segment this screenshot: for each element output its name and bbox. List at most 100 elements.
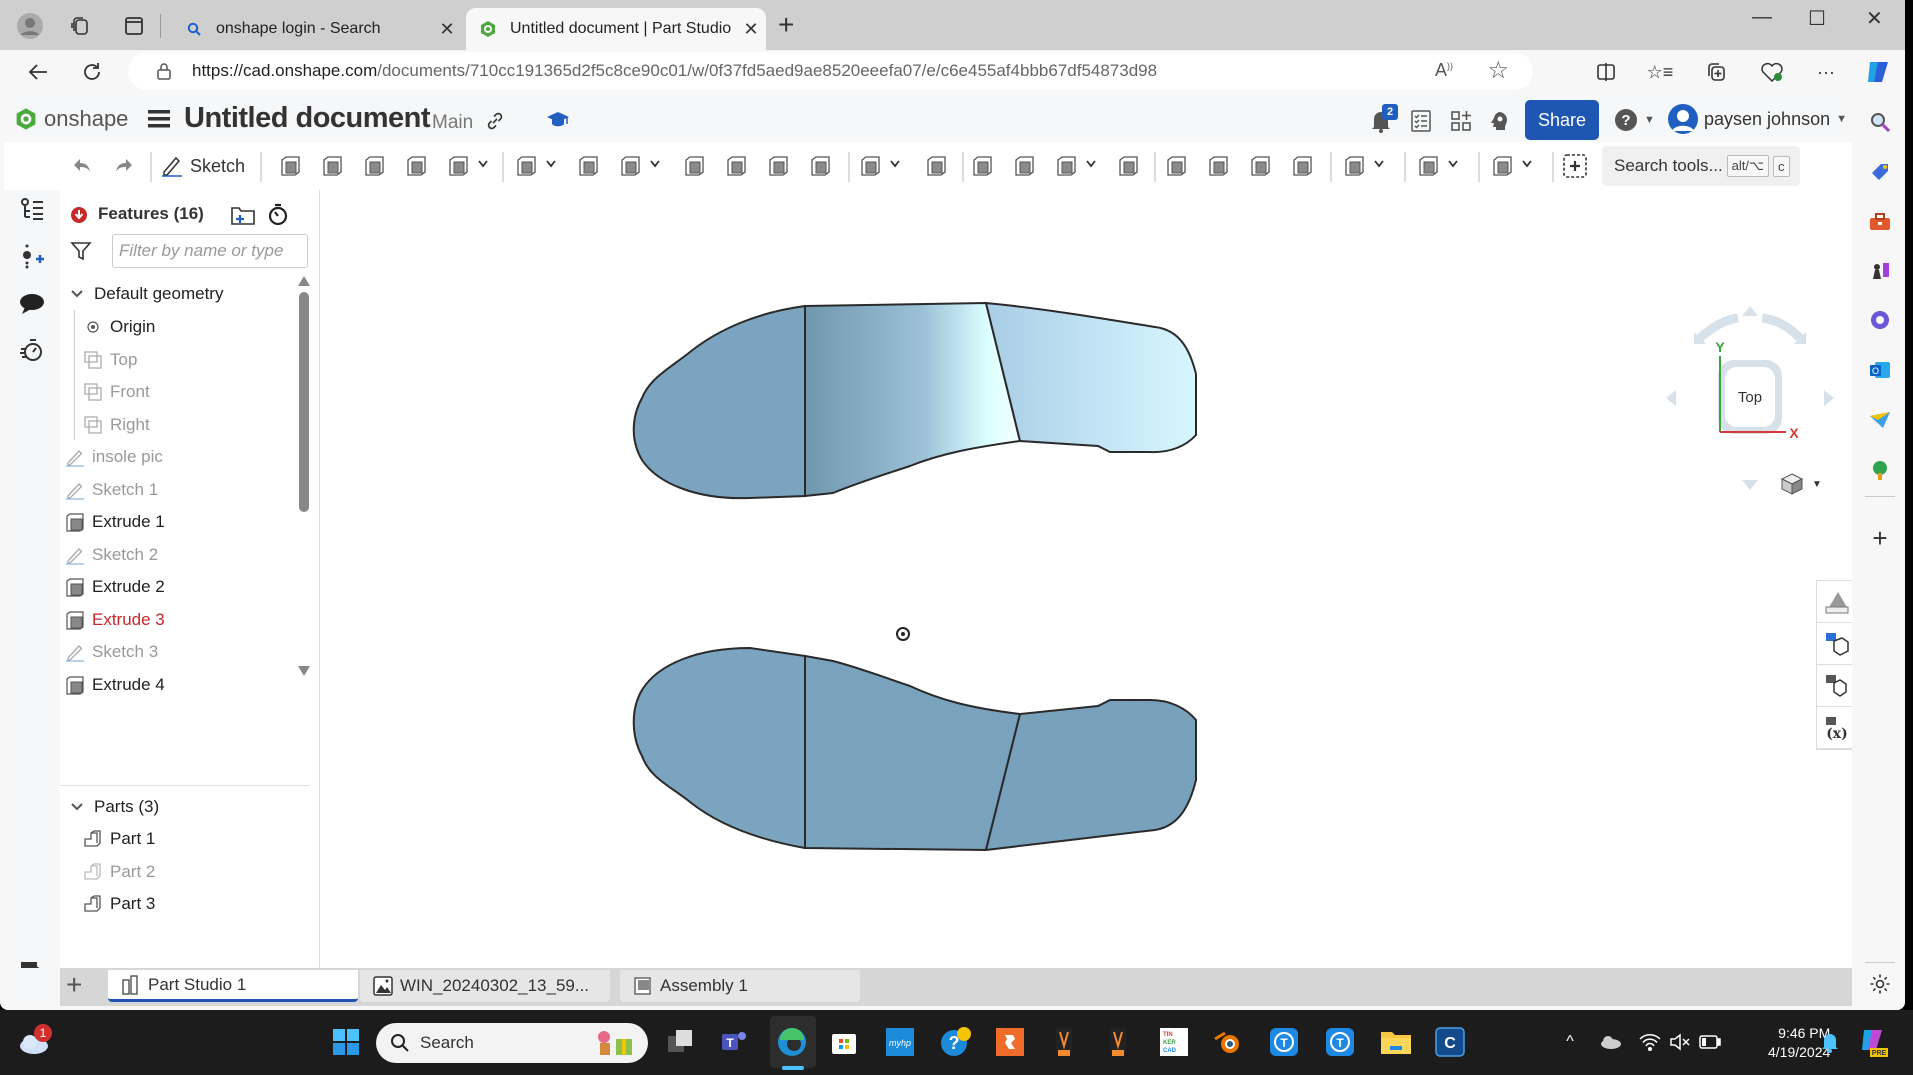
file-explorer-icon[interactable] — [1380, 1026, 1412, 1058]
chevron-down-icon[interactable] — [478, 160, 488, 170]
delete-part-tool-icon[interactable] — [1114, 152, 1144, 180]
new-tab-button[interactable]: + — [778, 11, 794, 39]
edge-taskbar-icon[interactable] — [776, 1026, 808, 1058]
assistant-head-icon[interactable] — [1486, 108, 1512, 134]
onedrive-icon[interactable] — [1594, 1026, 1626, 1058]
rotate-left-arrow[interactable] — [1666, 390, 1676, 406]
chevron-down-icon[interactable] — [890, 160, 900, 170]
link-icon[interactable] — [486, 112, 504, 130]
fillet-tool-icon[interactable] — [512, 152, 542, 180]
split-screen-icon[interactable] — [1592, 58, 1620, 86]
feature-row[interactable]: Origin — [82, 311, 322, 343]
chevron-down-icon[interactable] — [1522, 160, 1532, 170]
view-cube[interactable]: Y X Top — [1660, 298, 1840, 498]
undo-icon[interactable] — [68, 152, 96, 180]
add-tab-button[interactable]: + — [66, 970, 82, 1000]
chevron-down-icon[interactable] — [546, 160, 556, 170]
blender-icon[interactable] — [1212, 1026, 1244, 1058]
chevron-down-icon[interactable] — [650, 160, 660, 170]
rotate-up-arrow[interactable] — [1742, 306, 1758, 316]
revolve-tool-icon[interactable] — [318, 152, 348, 180]
sole-section-toe[interactable] — [984, 699, 1197, 852]
part-3-shape[interactable] — [632, 646, 1197, 852]
rotate-right-arrow[interactable] — [1824, 390, 1834, 406]
replace-face-tool-icon[interactable] — [1288, 152, 1318, 180]
feature-row[interactable]: Extrude 2 — [64, 571, 304, 603]
help-menu[interactable]: ? ▼ — [1614, 108, 1655, 132]
feature-row[interactable]: insole pic — [64, 441, 304, 473]
feature-list-scrollbar[interactable] — [298, 276, 310, 676]
prusaslicer-icon[interactable] — [1048, 1026, 1080, 1058]
configurations-icon[interactable] — [1817, 665, 1852, 707]
myhp-icon[interactable]: myhp — [884, 1026, 916, 1058]
parts-group[interactable]: Parts (3) — [60, 791, 300, 823]
add-custom-feature-icon[interactable] — [1560, 152, 1590, 180]
minimize-button[interactable]: — — [1752, 6, 1772, 29]
notification-bell-icon[interactable] — [1814, 1026, 1846, 1058]
bill-of-materials-icon[interactable] — [1817, 623, 1852, 665]
prusaslicer-2-icon[interactable] — [1102, 1026, 1134, 1058]
filter-input[interactable] — [112, 234, 308, 268]
enclose-tool-icon[interactable] — [1488, 152, 1518, 180]
part-row[interactable]: Part 2 — [82, 856, 322, 888]
mirror-tool-icon[interactable] — [922, 152, 952, 180]
sole-section-arch[interactable] — [804, 301, 1022, 498]
element-tab[interactable]: Assembly 1 — [620, 970, 860, 1002]
element-tab[interactable]: Part Studio 1 — [108, 970, 358, 1002]
chamfer-tool-icon[interactable] — [574, 152, 604, 180]
tab-actions-icon[interactable] — [120, 12, 148, 40]
feature-row[interactable]: Right — [82, 409, 322, 441]
feature-row[interactable]: Sketch 1 — [64, 474, 304, 506]
rollback-timer-icon[interactable] — [18, 336, 46, 364]
address-bar[interactable]: https://cad.onshape.com/documents/710cc1… — [128, 52, 1533, 90]
workspaces-icon[interactable] — [66, 12, 94, 40]
view-mode-dropdown[interactable]: ▼ — [1780, 472, 1822, 496]
loft-tool-icon[interactable] — [402, 152, 432, 180]
profile-icon[interactable] — [16, 12, 44, 40]
tinkercad-icon[interactable]: TIN KER CAD — [1158, 1026, 1190, 1058]
rib-tool-icon[interactable] — [680, 152, 710, 180]
feature-row[interactable]: Top — [82, 344, 322, 376]
close-tab-icon[interactable]: ✕ — [736, 19, 766, 40]
default-geometry-group[interactable]: Default geometry — [60, 278, 300, 310]
feature-row[interactable]: Front — [82, 376, 322, 408]
comments-icon[interactable] — [18, 290, 46, 318]
app-store-icon[interactable] — [1448, 108, 1474, 134]
search-tools-input[interactable]: Search tools... alt/⌥ c — [1602, 146, 1800, 186]
app-t-icon[interactable]: T — [1268, 1026, 1300, 1058]
filter-icon[interactable] — [70, 240, 92, 262]
browser-tab-onshape[interactable]: Untitled document | Part Studio 1 ✕ — [466, 8, 766, 50]
close-tab-icon[interactable]: ✕ — [432, 19, 462, 40]
sole-section-heel[interactable] — [632, 304, 806, 500]
rotate-down-arrow[interactable] — [1742, 480, 1758, 490]
copilot-icon[interactable] — [1864, 58, 1892, 86]
part-1-shape[interactable] — [632, 301, 1197, 500]
hole-tool-icon[interactable] — [764, 152, 794, 180]
start-button[interactable] — [330, 1026, 362, 1058]
part-row[interactable]: Part 3 — [82, 888, 322, 920]
error-alert-icon[interactable] — [70, 206, 88, 224]
redo-icon[interactable] — [110, 152, 138, 180]
app-c-icon[interactable]: C — [1434, 1026, 1466, 1058]
rotate-right-arc[interactable] — [1761, 313, 1804, 342]
add-folder-icon[interactable] — [230, 204, 256, 226]
sole-section-arch[interactable] — [804, 654, 1022, 852]
maximize-button[interactable]: ☐ — [1808, 6, 1826, 31]
move-face-tool-icon[interactable] — [1246, 152, 1276, 180]
pattern-tool-icon[interactable] — [856, 152, 886, 180]
menu-icon[interactable] — [148, 108, 172, 130]
shell-tool-icon[interactable] — [722, 152, 752, 180]
sole-section-heel[interactable] — [632, 646, 806, 850]
stopwatch-icon[interactable] — [266, 202, 290, 226]
element-tab[interactable]: WIN_20240302_13_59... — [360, 970, 610, 1002]
chevron-down-icon[interactable] — [1086, 160, 1096, 170]
document-title[interactable]: Untitled document — [184, 102, 431, 135]
delete-face-tool-icon[interactable] — [1204, 152, 1234, 180]
tree-icon[interactable] — [1868, 458, 1892, 482]
add-sidebar-app-icon[interactable]: + — [1868, 523, 1892, 553]
rotate-left-arc[interactable] — [1696, 313, 1739, 342]
app-t-2-icon[interactable]: T — [1324, 1026, 1356, 1058]
modify-fillet-tool-icon[interactable] — [1162, 152, 1192, 180]
battery-icon[interactable] — [1694, 1026, 1726, 1058]
feature-list-icon[interactable] — [18, 196, 46, 224]
